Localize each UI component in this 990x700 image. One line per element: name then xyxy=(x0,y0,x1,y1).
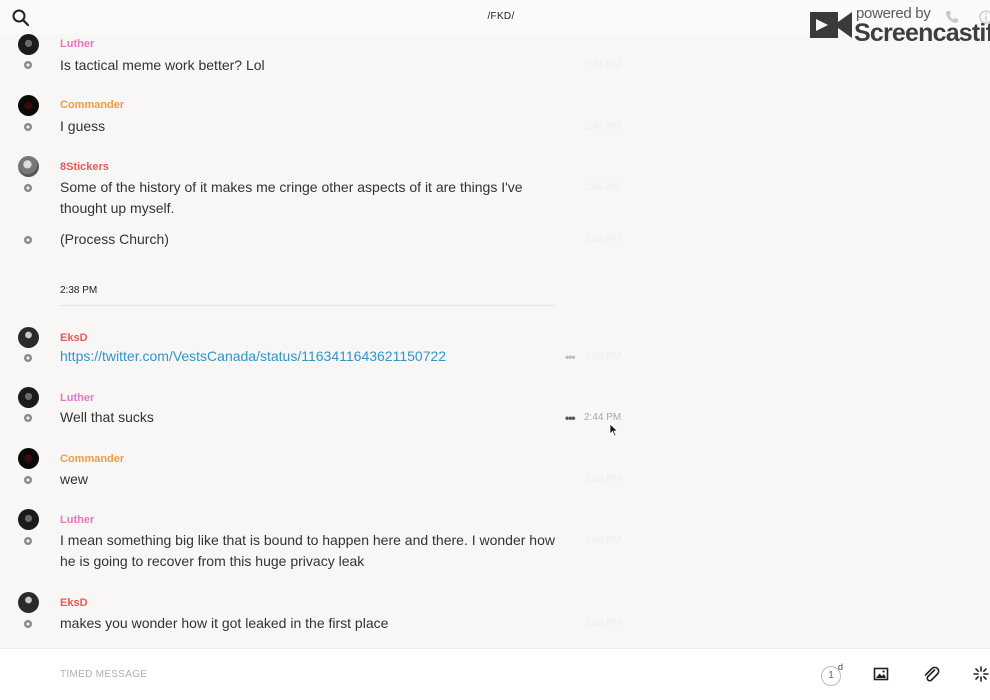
message-text: (Process Church) xyxy=(60,231,169,247)
mouse-cursor-icon xyxy=(609,423,619,437)
status-indicator xyxy=(24,620,32,628)
message-item[interactable]: EksD makes you wonder how it got leaked … xyxy=(0,591,640,641)
message-item[interactable]: Commander I guess 2:45 AM xyxy=(0,94,640,144)
status-indicator xyxy=(24,354,32,362)
status-indicator xyxy=(24,123,32,131)
message-item[interactable]: Luther Well that sucks ••• 2:44 PM xyxy=(0,386,640,436)
message-text: Well that sucks xyxy=(60,409,154,425)
avatar[interactable] xyxy=(18,34,39,55)
message-timestamp: 2:48 PM xyxy=(584,618,622,629)
message-link[interactable]: https://twitter.com/VestsCanada/status/1… xyxy=(60,348,446,364)
avatar[interactable] xyxy=(18,509,39,530)
avatar[interactable] xyxy=(18,156,39,177)
status-indicator xyxy=(24,236,32,244)
message-text: I guess xyxy=(60,118,106,134)
message-timestamp: 2:48 AM xyxy=(584,182,621,193)
avatar[interactable] xyxy=(18,592,39,613)
phone-icon[interactable] xyxy=(945,10,959,24)
message-timestamp: 2:48 AM xyxy=(584,234,621,245)
message-author[interactable]: Commander xyxy=(60,453,124,465)
screencastify-logo-icon xyxy=(810,12,852,38)
message-item[interactable]: Luther Is tactical meme work better? Lol… xyxy=(0,34,640,84)
avatar[interactable] xyxy=(18,387,39,408)
message-item[interactable]: (Process Church) 2:48 AM xyxy=(0,228,640,254)
paperclip-icon[interactable] xyxy=(922,665,940,683)
message-author[interactable]: 8Stickers xyxy=(60,161,109,173)
message-timestamp: 2:45 AM xyxy=(584,121,621,132)
more-options-icon[interactable]: ••• xyxy=(565,350,576,364)
message-author[interactable]: Luther xyxy=(60,38,94,50)
avatar[interactable] xyxy=(18,448,39,469)
message-author[interactable]: EksD xyxy=(60,332,88,344)
message-timestamp: 2:45 PM xyxy=(584,474,622,485)
status-indicator xyxy=(24,414,32,422)
message-author[interactable]: Luther xyxy=(60,392,94,404)
message-input[interactable] xyxy=(60,663,760,685)
message-text: Some of the history of it makes me cring… xyxy=(60,179,523,216)
message-text: I mean something big like that is bound … xyxy=(60,532,555,569)
avatar[interactable] xyxy=(18,327,39,348)
more-options-icon[interactable]: ••• xyxy=(565,411,576,425)
message-timestamp: 2:46 PM xyxy=(584,535,622,546)
message-item[interactable]: Commander wew 2:45 PM xyxy=(0,447,640,497)
message-item[interactable]: 8Stickers Some of the history of it make… xyxy=(0,155,640,225)
status-indicator xyxy=(24,476,32,484)
screencastify-watermark: powered by Screencastify xyxy=(806,3,990,49)
message-text: makes you wonder how it got leaked in th… xyxy=(60,615,389,631)
time-divider-label: 2:38 PM xyxy=(60,285,98,296)
status-indicator xyxy=(24,184,32,192)
status-indicator xyxy=(24,61,32,69)
message-item[interactable]: EksD https://twitter.com/VestsCanada/sta… xyxy=(0,326,640,376)
info-icon[interactable] xyxy=(979,10,990,24)
message-body: https://twitter.com/VestsCanada/status/1… xyxy=(60,346,560,367)
message-author[interactable]: Commander xyxy=(60,99,124,111)
message-item[interactable]: Luther I mean something big like that is… xyxy=(0,508,640,580)
sparkle-icon[interactable] xyxy=(973,666,989,682)
message-timestamp: 2:44 PM xyxy=(584,60,622,71)
message-timestamp: 2:44 PM xyxy=(584,412,622,423)
message-text: wew xyxy=(60,471,89,487)
message-author[interactable]: EksD xyxy=(60,597,88,609)
avatar[interactable] xyxy=(18,95,39,116)
watermark-brand-text: Screencastify xyxy=(854,19,990,47)
message-author[interactable]: Luther xyxy=(60,514,94,526)
message-text: Is tactical meme work better? Lol xyxy=(60,57,265,73)
composer-bar: 1 d xyxy=(0,648,990,700)
status-indicator xyxy=(24,537,32,545)
image-icon[interactable] xyxy=(873,666,889,682)
time-divider-line xyxy=(60,305,555,306)
timer-unit: d xyxy=(838,662,844,672)
message-timestamp: 2:38 PM xyxy=(584,351,622,362)
timer-button[interactable]: 1 d xyxy=(821,662,845,686)
